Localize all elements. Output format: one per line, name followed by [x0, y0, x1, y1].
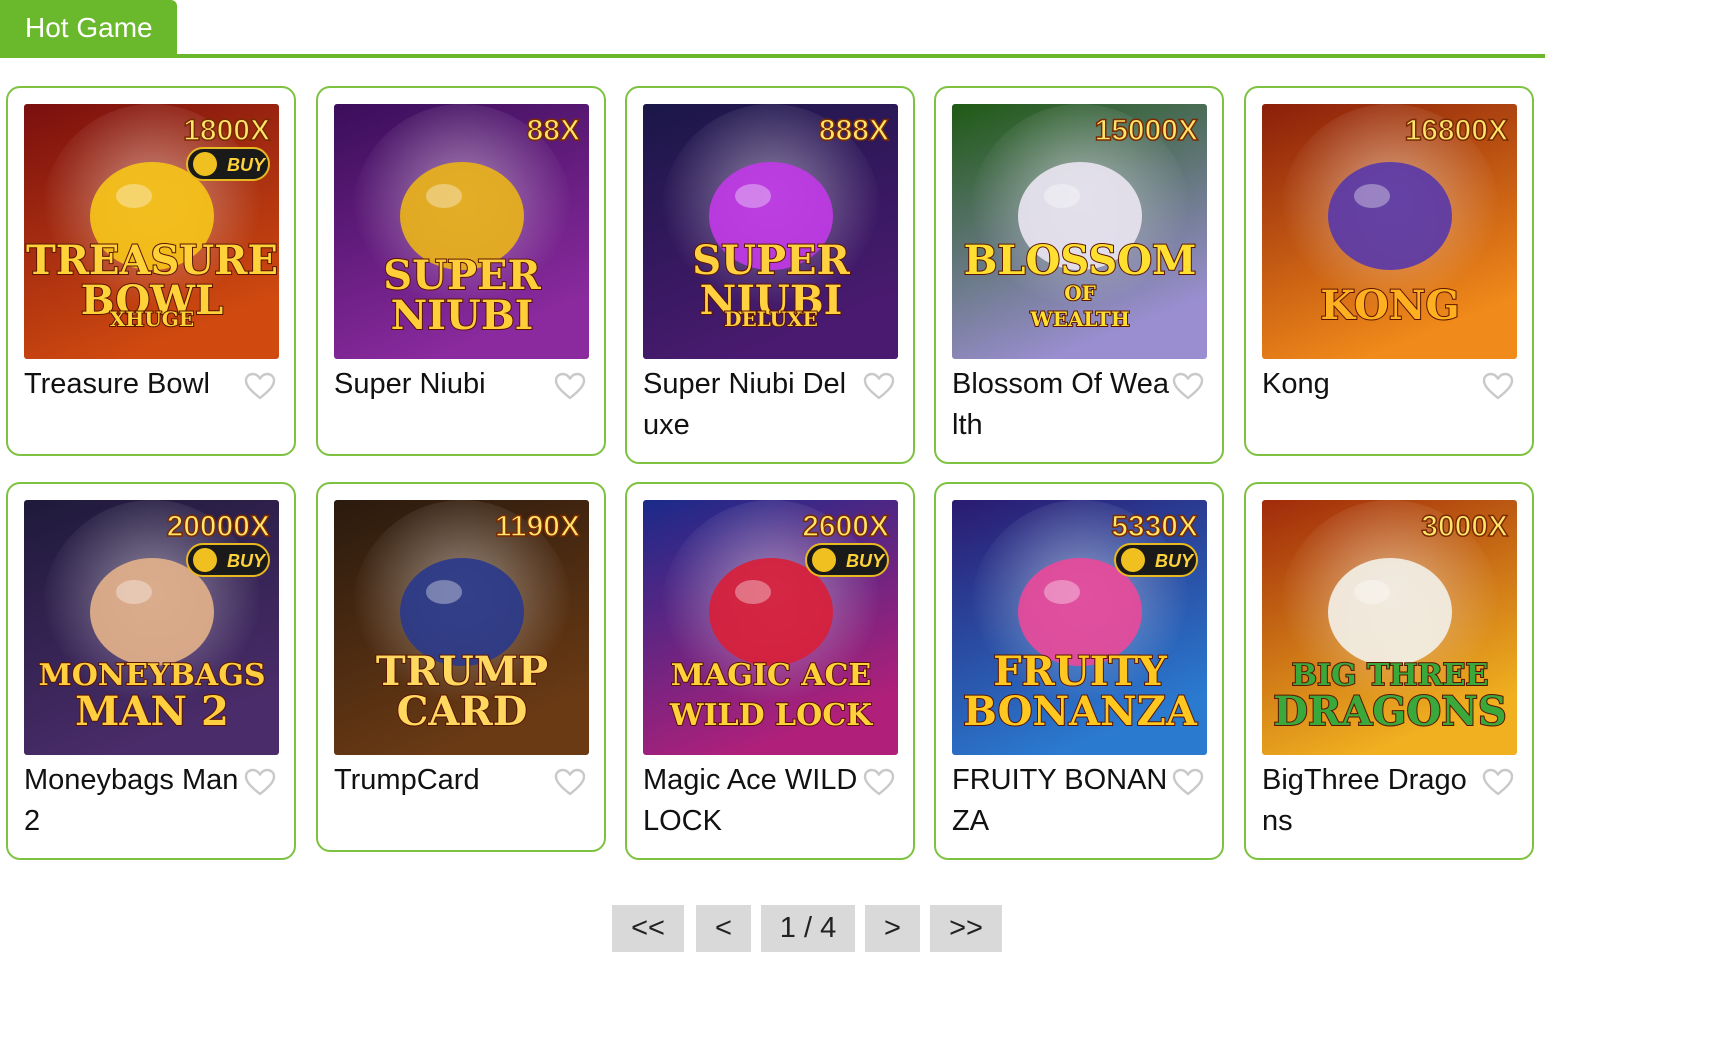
game-logo-text: MAN 2	[75, 688, 229, 735]
multiplier-label: 88X	[527, 114, 580, 147]
game-logo-text: DELUXE	[724, 307, 818, 331]
game-card[interactable]: 1190X TRUMP CARD TrumpCard	[316, 482, 606, 852]
game-logo-text: OF	[1064, 281, 1096, 305]
multiplier-label: 20000X	[167, 510, 270, 543]
game-thumbnail[interactable]: 1190X TRUMP CARD	[334, 500, 589, 755]
game-logo-text: WILD LOCK	[669, 698, 873, 733]
game-art-mascot	[1328, 558, 1452, 666]
buy-badge: BUY	[1155, 551, 1195, 571]
game-title: TrumpCard	[334, 764, 480, 796]
game-logo-text: WEALTH	[1029, 307, 1129, 331]
buy-badge: BUY	[227, 155, 267, 175]
game-logo-text: MAGIC ACE	[671, 658, 871, 693]
game-title: Super Niubi	[334, 368, 486, 400]
game-logo-text: KONG	[1320, 282, 1459, 329]
game-card[interactable]: 888X SUPER NIUBI DELUXE Super Niubi Deluxe	[625, 86, 915, 464]
game-art-mascot	[1328, 162, 1452, 270]
multiplier-label: 2600X	[802, 510, 889, 543]
game-thumbnail[interactable]: 888X SUPER NIUBI DELUXE	[643, 104, 898, 359]
prev-page-button[interactable]: <	[696, 905, 751, 952]
game-title: FRUITY BONANZA	[952, 764, 1168, 837]
game-thumbnail[interactable]: 15000X BLOSSOM OF WEALTH	[952, 104, 1207, 359]
game-logo-text: DRAGONS	[1273, 688, 1506, 735]
game-thumbnail[interactable]: 20000X BUY MONEYBAGS MAN 2	[24, 500, 279, 755]
multiplier-label: 3000X	[1421, 510, 1508, 543]
game-thumbnail[interactable]: 88X SUPER NIUBI	[334, 104, 589, 359]
game-logo-text: BONANZA	[963, 688, 1198, 735]
last-page-button[interactable]: >>	[930, 905, 1002, 952]
game-card[interactable]: 15000X BLOSSOM OF WEALTH Blossom Of Wealth	[934, 86, 1224, 464]
multiplier-label: 1190X	[495, 510, 580, 543]
favorite-heart-icon[interactable]	[1482, 371, 1514, 401]
multiplier-label: 5330X	[1111, 510, 1198, 543]
game-card[interactable]: 3000X BIG THREE DRAGONS BigThree Dragons	[1244, 482, 1534, 860]
multiplier-label: 15000X	[1095, 114, 1198, 147]
game-card[interactable]: 16800X KONG Kong	[1244, 86, 1534, 456]
game-title: Magic Ace WILD LOCK	[643, 764, 858, 837]
favorite-heart-icon[interactable]	[554, 371, 586, 401]
game-logo-text: CARD	[397, 688, 528, 735]
favorite-heart-icon[interactable]	[554, 767, 586, 797]
game-title: Super Niubi Deluxe	[643, 368, 847, 441]
game-title: BigThree Dragons	[1262, 764, 1467, 837]
multiplier-label: 1800X	[183, 114, 270, 147]
game-thumbnail[interactable]: 1800X BUY TREASURE BOWL XHUGE	[24, 104, 279, 359]
game-card[interactable]: 1800X BUY TREASURE BOWL XHUGE Treasure Bowl	[6, 86, 296, 456]
section-tab-hot-game[interactable]: Hot Game	[0, 0, 177, 56]
game-card[interactable]: 20000X BUY MONEYBAGS MAN 2 Moneybags Man 2	[6, 482, 296, 860]
section-divider	[0, 54, 1545, 58]
favorite-heart-icon[interactable]	[863, 767, 895, 797]
game-title: Treasure Bowl	[24, 368, 210, 400]
buy-badge: BUY	[227, 551, 267, 571]
game-logo-text: XHUGE	[110, 307, 194, 331]
game-card[interactable]: 88X SUPER NIUBI Super Niubi	[316, 86, 606, 456]
game-logo-text: NIUBI	[391, 292, 534, 339]
page-indicator: 1 / 4	[761, 905, 855, 952]
game-title: Blossom Of Wealth	[952, 368, 1170, 441]
game-card[interactable]: 2600X BUY MAGIC ACE WILD LOCK Magic Ace WILD…	[625, 482, 915, 860]
first-page-button[interactable]: <<	[612, 905, 684, 952]
favorite-heart-icon[interactable]	[244, 767, 276, 797]
next-page-button[interactable]: >	[865, 905, 920, 952]
multiplier-label: 888X	[819, 114, 889, 147]
favorite-heart-icon[interactable]	[244, 371, 276, 401]
game-title: Kong	[1262, 368, 1330, 400]
multiplier-label: 16800X	[1405, 114, 1508, 147]
game-thumbnail[interactable]: 5330X BUY FRUITY BONANZA	[952, 500, 1207, 755]
game-card[interactable]: 5330X BUY FRUITY BONANZA FRUITY BONANZA	[934, 482, 1224, 860]
buy-badge: BUY	[846, 551, 886, 571]
game-thumbnail[interactable]: 2600X BUY MAGIC ACE WILD LOCK	[643, 500, 898, 755]
game-title: Moneybags Man 2	[24, 764, 239, 837]
favorite-heart-icon[interactable]	[863, 371, 895, 401]
favorite-heart-icon[interactable]	[1172, 371, 1204, 401]
game-thumbnail[interactable]: 16800X KONG	[1262, 104, 1517, 359]
favorite-heart-icon[interactable]	[1482, 767, 1514, 797]
game-thumbnail[interactable]: 3000X BIG THREE DRAGONS	[1262, 500, 1517, 755]
favorite-heart-icon[interactable]	[1172, 767, 1204, 797]
game-logo-text: BLOSSOM	[964, 237, 1197, 284]
